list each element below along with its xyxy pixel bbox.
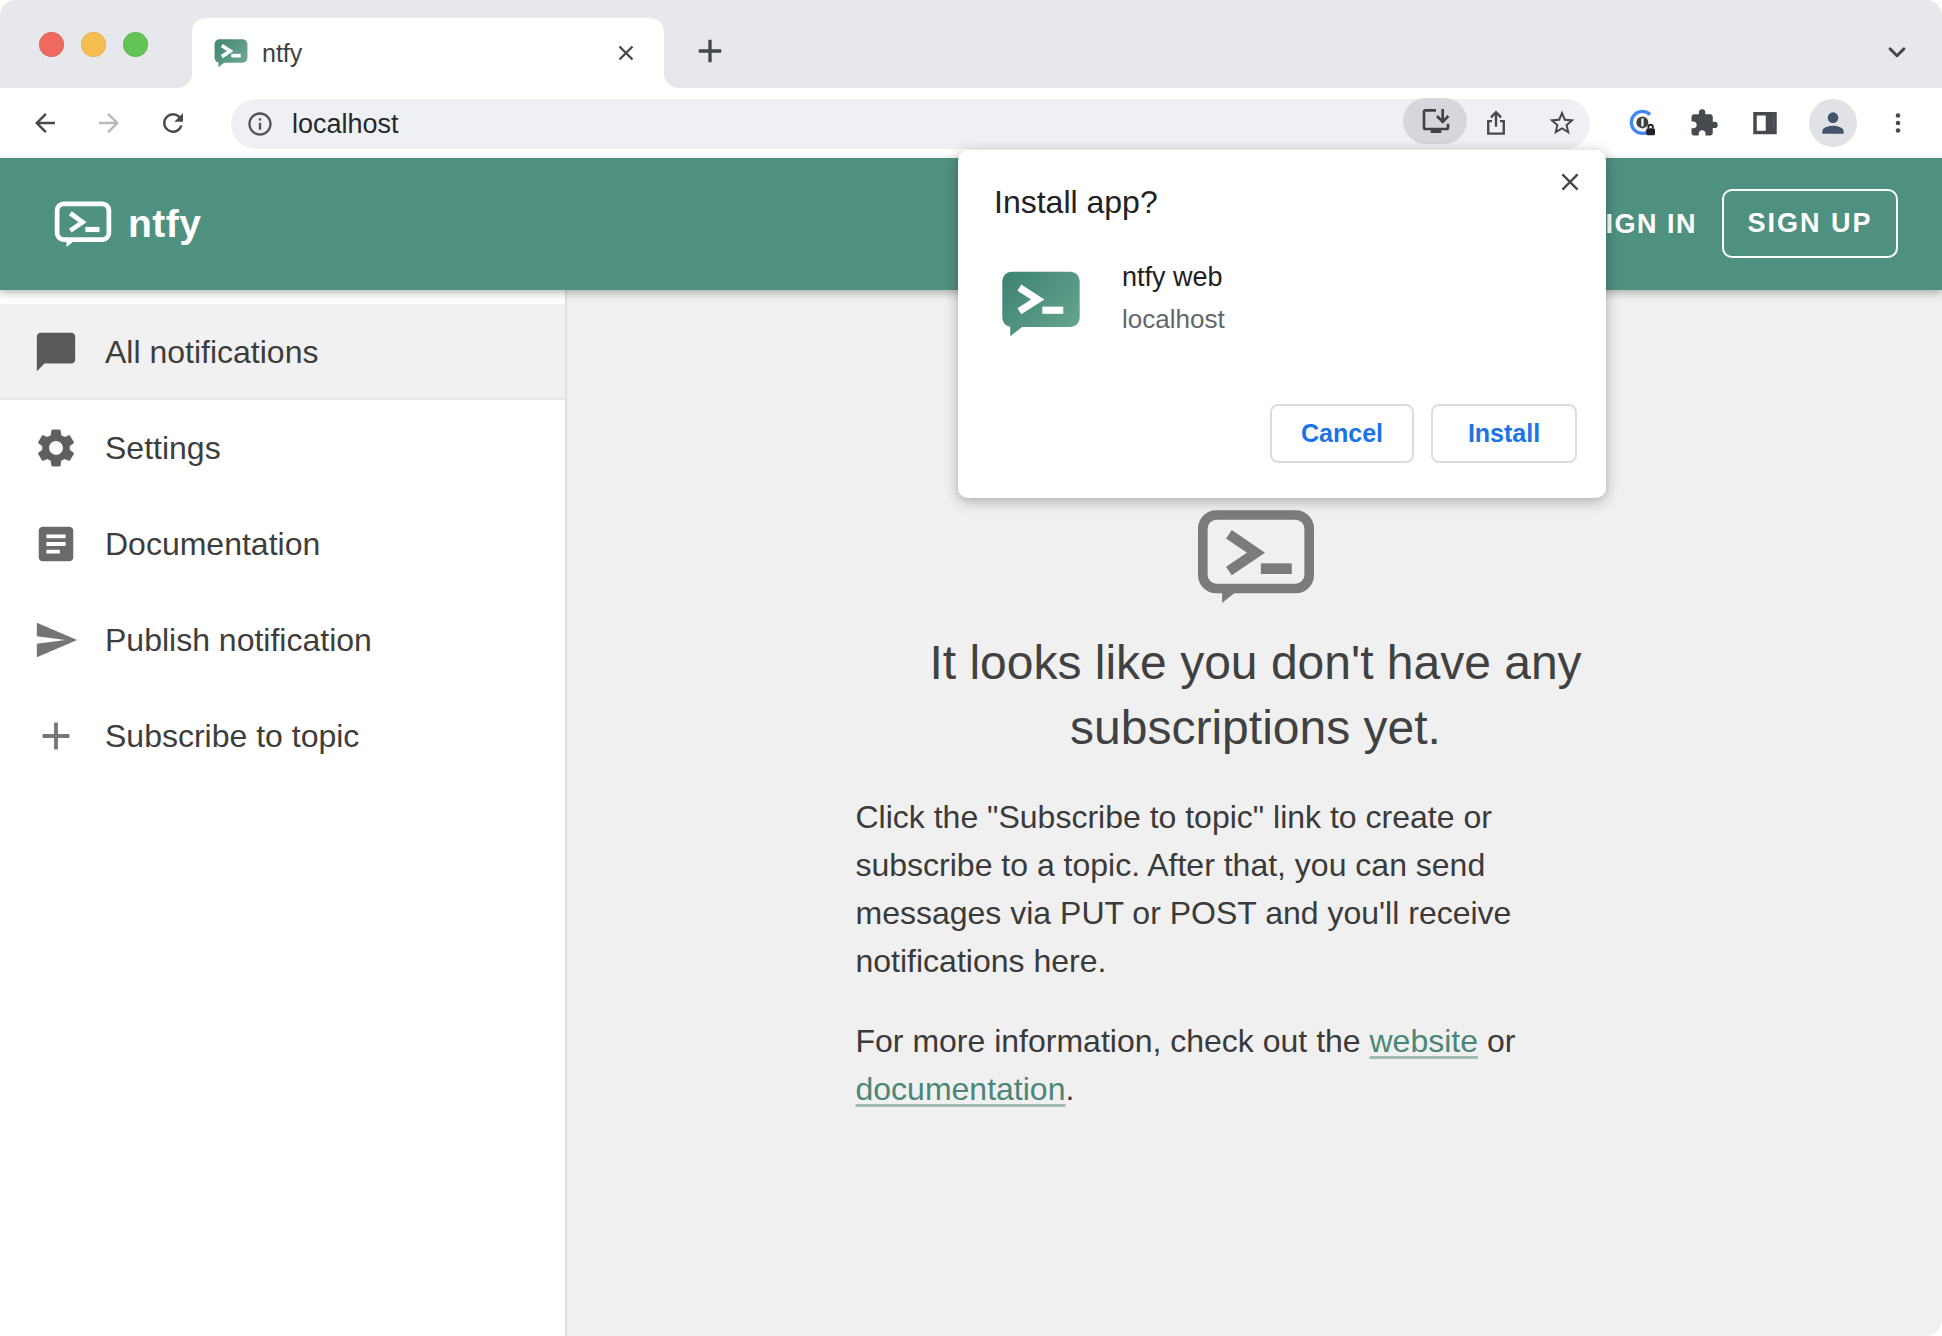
window-close-button[interactable] [39,32,64,57]
tab-search-chevron-icon[interactable] [1882,37,1912,67]
app-origin: localhost [1122,304,1225,335]
chat-bubble-icon [33,329,79,375]
tab-title: ntfy [262,18,302,88]
sidebar-item-documentation[interactable]: Documentation [0,496,565,592]
brand-title: ntfy [128,158,202,290]
profile-avatar[interactable] [1809,99,1857,147]
ntfy-logo-icon [54,201,112,249]
article-icon [33,521,79,567]
install-app-dialog: Install app? ntfy web localhost Cancel I… [958,150,1606,498]
gear-icon [33,425,79,471]
sidebar-item-subscribe-to-topic[interactable]: Subscribe to topic [0,688,565,784]
tab-strip: ntfy [0,0,1942,88]
browser-tab[interactable]: ntfy [192,18,664,88]
tab-close-icon[interactable] [613,40,639,66]
browser-window: ntfy localhost [0,0,1942,1336]
dialog-close-icon[interactable] [1556,168,1584,196]
sidebar-item-all-notifications[interactable]: All notifications [0,304,565,400]
address-bar[interactable]: localhost [231,99,1590,149]
cancel-button[interactable]: Cancel [1270,404,1414,463]
install-app-icon[interactable] [1420,105,1452,137]
url-text: localhost [292,99,399,149]
sidebar-nav: All notifications Settings Documentation… [0,290,567,1336]
ntfy-favicon [214,36,248,70]
sidebar-item-publish-notification[interactable]: Publish notification [0,592,565,688]
side-panel-icon[interactable] [1750,108,1780,138]
website-link[interactable]: website [1370,1023,1479,1059]
page-info-icon[interactable] [246,110,274,138]
more-info-paragraph: For more information, check out the webs… [856,1017,1546,1113]
empty-state-heading: It looks like you don't have any subscri… [856,630,1656,760]
install-button[interactable]: Install [1431,404,1577,463]
empty-state-paragraph: Click the "Subscribe to topic" link to c… [856,793,1546,985]
ntfy-empty-state-icon [1197,509,1315,608]
share-icon[interactable] [1481,108,1511,138]
plus-icon [33,713,79,759]
window-zoom-button[interactable] [123,32,148,57]
new-tab-button[interactable] [692,33,728,69]
browser-toolbar: localhost [0,88,1942,158]
sign-up-button[interactable]: SIGN UP [1722,189,1898,258]
person-icon [1817,107,1849,139]
dialog-title: Install app? [994,184,1158,221]
extensions-puzzle-icon[interactable] [1689,108,1719,138]
reload-icon[interactable] [158,108,188,138]
password-manager-icon[interactable] [1628,108,1658,138]
sidebar-item-settings[interactable]: Settings [0,400,565,496]
window-minimize-button[interactable] [81,32,106,57]
send-icon [33,617,79,663]
ntfy-app-icon [1001,270,1081,338]
forward-icon[interactable] [94,108,124,138]
back-icon[interactable] [30,108,60,138]
app-name: ntfy web [1122,262,1223,293]
menu-dots-icon[interactable] [1885,108,1911,138]
documentation-link[interactable]: documentation [856,1071,1066,1107]
bookmark-star-icon[interactable] [1547,108,1577,138]
